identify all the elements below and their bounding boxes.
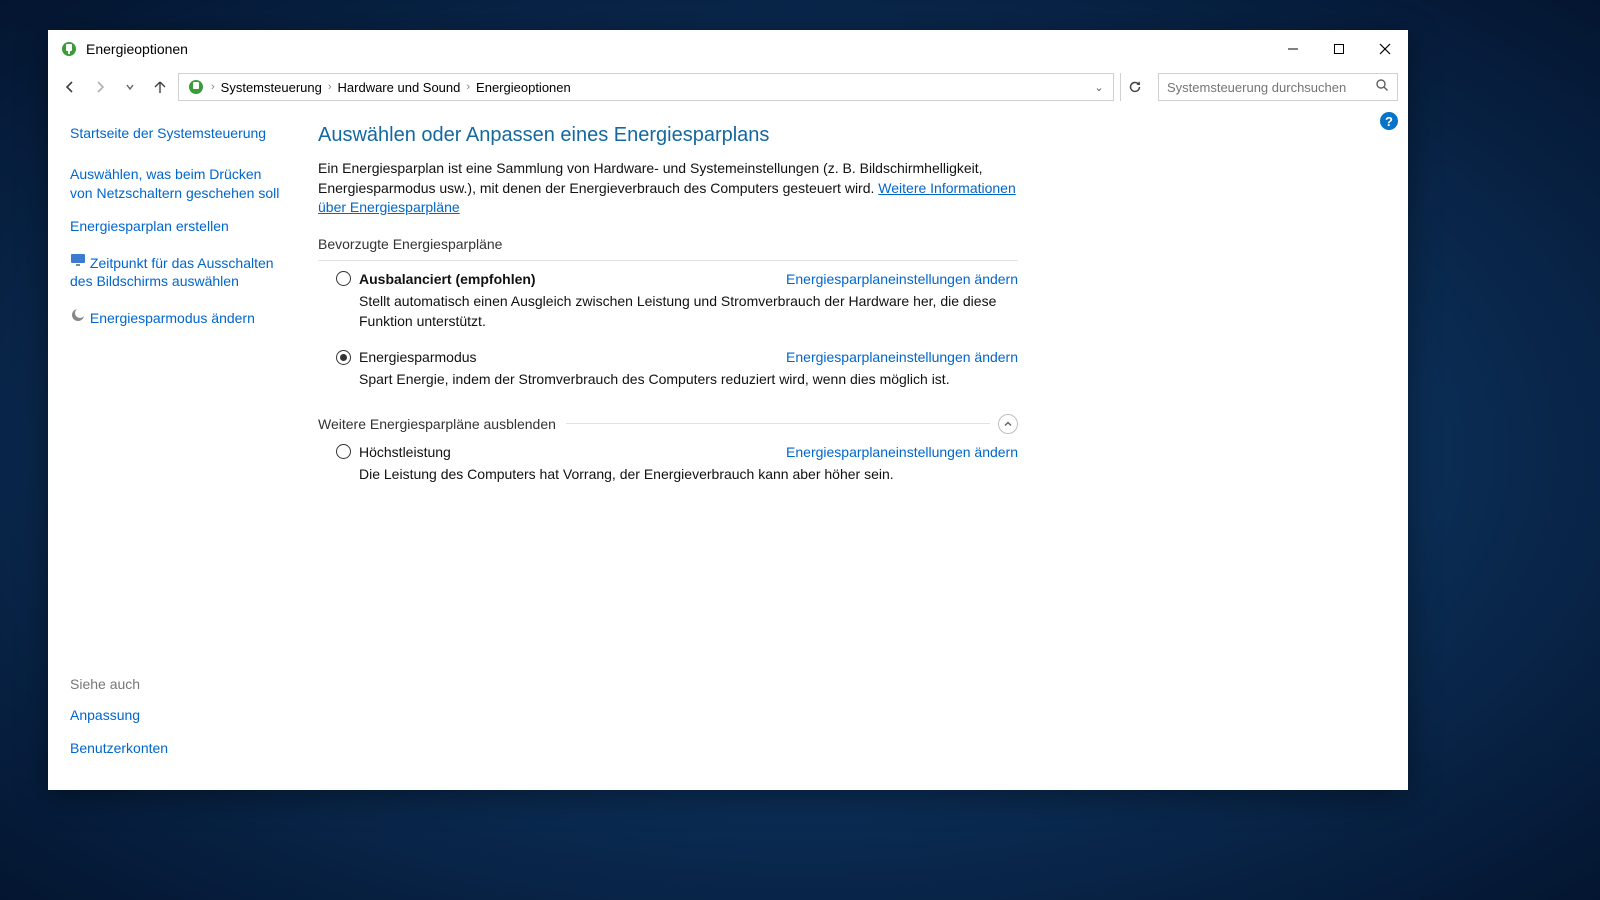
see-also-label: Siehe auch <box>70 676 286 692</box>
chevron-right-icon: › <box>464 81 472 93</box>
change-plan-settings-link[interactable]: Energiesparplaneinstellungen ändern <box>786 271 1018 287</box>
plan-power-saver: Energiesparmodus Energiesparplaneinstell… <box>336 349 1018 389</box>
window-body: ? Startseite der Systemsteuerung Auswähl… <box>48 106 1408 790</box>
window-title: Energieoptionen <box>86 41 188 57</box>
address-bar[interactable]: › Systemsteuerung › Hardware und Sound ›… <box>178 73 1114 101</box>
help-icon[interactable]: ? <box>1380 112 1398 130</box>
sidebar-item-label: Zeitpunkt für das Ausschalten des Bildsc… <box>70 255 274 290</box>
search-input[interactable] <box>1167 80 1375 95</box>
forward-button[interactable] <box>88 75 112 99</box>
radio-power-saver[interactable] <box>336 350 351 365</box>
divider <box>566 423 990 424</box>
breadcrumb-root[interactable]: Systemsteuerung <box>217 80 326 95</box>
address-history-dropdown[interactable]: ⌄ <box>1089 81 1109 94</box>
plan-description: Die Leistung des Computers hat Vorrang, … <box>359 464 1018 484</box>
plan-name: Energiesparmodus <box>359 349 477 365</box>
chevron-right-icon: › <box>326 81 334 93</box>
intro-paragraph: Ein Energiesparplan ist eine Sammlung vo… <box>318 159 1018 218</box>
minimize-button[interactable] <box>1270 30 1316 68</box>
change-plan-settings-link[interactable]: Energiesparplaneinstellungen ändern <box>786 444 1018 460</box>
main-content: Auswählen oder Anpassen eines Energiespa… <box>298 106 1408 790</box>
titlebar: Energieoptionen <box>48 30 1408 68</box>
additional-plans-header: Weitere Energiesparpläne ausblenden <box>318 414 1018 434</box>
preferred-plans-label: Bevorzugte Energiesparpläne <box>318 236 1018 252</box>
search-box[interactable] <box>1158 73 1398 101</box>
moon-icon <box>70 307 86 323</box>
additional-plans-label: Weitere Energiesparpläne ausblenden <box>318 416 556 432</box>
close-button[interactable] <box>1362 30 1408 68</box>
power-options-icon <box>187 78 205 96</box>
plan-balanced: Ausbalanciert (empfohlen) Energiesparpla… <box>336 271 1018 332</box>
plan-description: Stellt automatisch einen Ausgleich zwisc… <box>359 291 1018 332</box>
control-panel-window: Energieoptionen › Systemsteuerung › Hard… <box>48 30 1408 790</box>
search-icon <box>1375 78 1389 97</box>
plan-name: Höchstleistung <box>359 444 451 460</box>
plan-high-performance: Höchstleistung Energiesparplaneinstellun… <box>336 444 1018 484</box>
change-plan-settings-link[interactable]: Energiesparplaneinstellungen ändern <box>786 349 1018 365</box>
sidebar-link-sleep-mode[interactable]: Energiesparmodus ändern <box>70 305 286 328</box>
radio-balanced[interactable] <box>336 271 351 286</box>
sidebar-item-label: Energiesparmodus ändern <box>90 310 255 326</box>
page-title: Auswählen oder Anpassen eines Energiespa… <box>318 124 1018 147</box>
radio-high-performance[interactable] <box>336 444 351 459</box>
sidebar-home-link[interactable]: Startseite der Systemsteuerung <box>70 124 286 143</box>
plan-name: Ausbalanciert (empfohlen) <box>359 271 536 287</box>
chevron-right-icon: › <box>209 81 217 93</box>
back-button[interactable] <box>58 75 82 99</box>
breadcrumb-mid[interactable]: Hardware und Sound <box>334 80 465 95</box>
plan-description: Spart Energie, indem der Stromverbrauch … <box>359 369 1018 389</box>
recent-dropdown[interactable] <box>118 75 142 99</box>
refresh-button[interactable] <box>1120 73 1148 101</box>
monitor-icon <box>70 252 86 268</box>
nav-row: › Systemsteuerung › Hardware und Sound ›… <box>48 68 1408 106</box>
sidebar: Startseite der Systemsteuerung Auswählen… <box>48 106 298 790</box>
sidebar-link-power-button[interactable]: Auswählen, was beim Drücken von Netzscha… <box>70 165 286 203</box>
sidebar-link-display-off[interactable]: Zeitpunkt für das Ausschalten des Bildsc… <box>70 250 286 292</box>
maximize-button[interactable] <box>1316 30 1362 68</box>
divider <box>318 260 1018 261</box>
sidebar-see-also-user-accounts[interactable]: Benutzerkonten <box>70 739 286 758</box>
sidebar-link-create-plan[interactable]: Energiesparplan erstellen <box>70 217 286 236</box>
collapse-button[interactable] <box>998 414 1018 434</box>
breadcrumb-leaf[interactable]: Energieoptionen <box>472 80 575 95</box>
power-options-icon <box>60 40 78 58</box>
sidebar-see-also-personalization[interactable]: Anpassung <box>70 706 286 725</box>
up-button[interactable] <box>148 75 172 99</box>
window-controls <box>1270 30 1408 68</box>
